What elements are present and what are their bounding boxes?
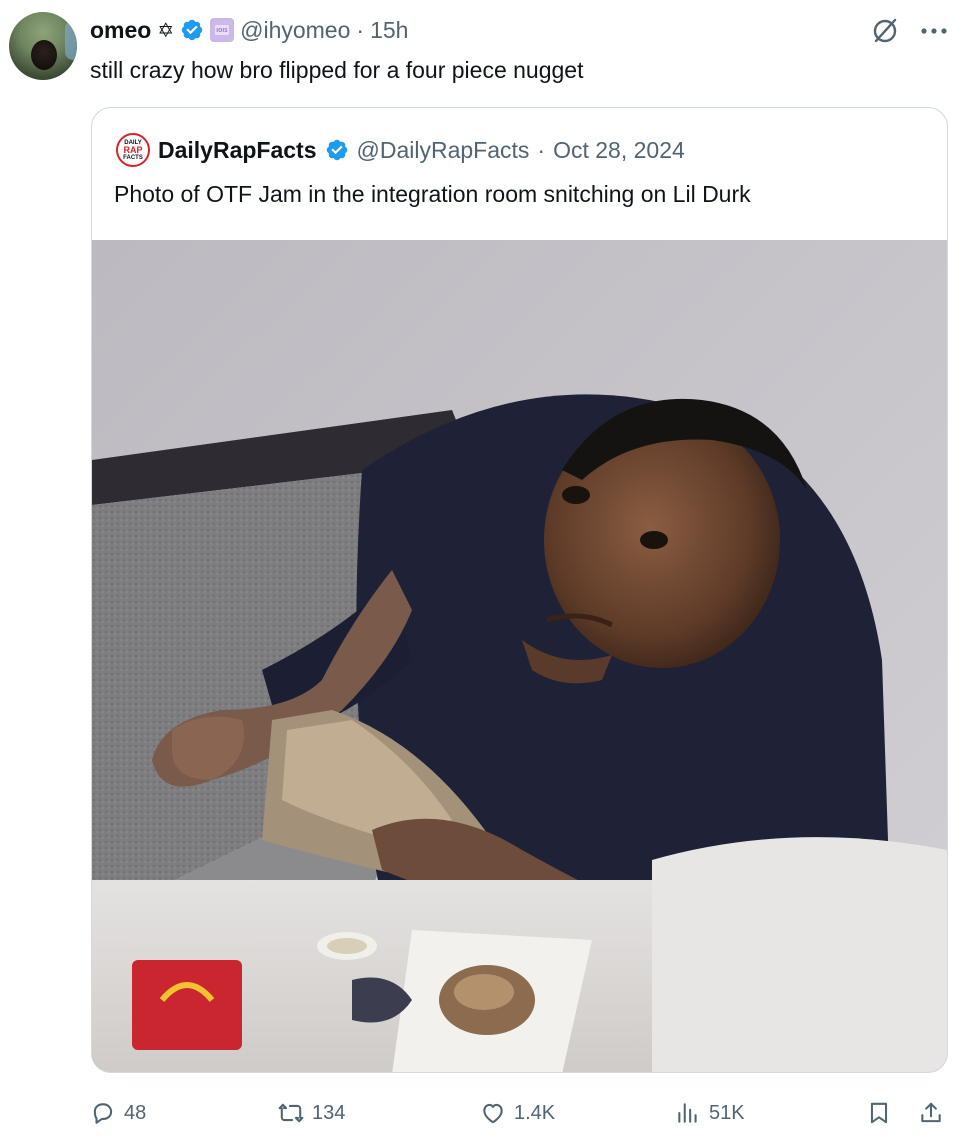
quoted-verified-badge-icon[interactable] xyxy=(325,138,349,162)
view-count: 51K xyxy=(709,1101,745,1124)
reply-button[interactable]: 48 xyxy=(90,1094,146,1132)
bookmark-icon xyxy=(870,1102,888,1124)
reply-count: 48 xyxy=(124,1101,147,1124)
author-handle[interactable]: @ihyomeo xyxy=(240,17,350,44)
repost-icon xyxy=(278,1103,304,1123)
quoted-author-avatar[interactable]: DAILY RAP FACTS xyxy=(116,133,150,167)
like-count: 1.4K xyxy=(514,1101,556,1124)
quoted-tweet-header: DAILY RAP FACTS DailyRapFacts @DailyRapF… xyxy=(116,132,685,168)
header-separator: · xyxy=(356,16,365,43)
affiliate-badge-icon[interactable]: IOIS xyxy=(210,18,235,42)
verified-badge-icon[interactable] xyxy=(180,18,204,42)
quoted-author-handle[interactable]: @DailyRapFacts xyxy=(357,137,530,164)
repost-count: 134 xyxy=(312,1101,346,1124)
like-icon xyxy=(483,1103,503,1124)
name-emoji: ✡ xyxy=(157,19,175,42)
avatar-accent xyxy=(65,20,77,60)
quoted-tweet-text: Photo of OTF Jam in the integration room… xyxy=(114,181,751,207)
repost-button[interactable]: 134 xyxy=(278,1094,345,1132)
tweet-timestamp[interactable]: 15h xyxy=(370,17,408,44)
like-button[interactable]: 1.4K xyxy=(480,1094,555,1132)
share-icon xyxy=(921,1102,941,1123)
more-options-icon[interactable] xyxy=(914,14,954,48)
bookmark-button[interactable] xyxy=(866,1094,892,1132)
logo-line-3: FACTS xyxy=(123,154,143,161)
views-icon xyxy=(678,1103,697,1123)
avatar-face xyxy=(31,40,57,70)
grok-icon[interactable] xyxy=(868,14,902,48)
photo-illustration xyxy=(92,240,947,1072)
tweet-header: omeo ✡ IOIS @ihyomeo · 15h xyxy=(90,14,408,46)
quoted-header-separator: · xyxy=(537,136,546,163)
quoted-tweet-card[interactable]: DAILY RAP FACTS DailyRapFacts @DailyRapF… xyxy=(91,107,948,1073)
quoted-tweet-photo[interactable] xyxy=(92,240,947,1072)
tweet-text: still crazy how bro flipped for a four p… xyxy=(90,57,584,83)
tweet: omeo ✡ IOIS @ihyomeo · 15h still crazy h… xyxy=(0,0,974,1146)
quoted-author-display-name[interactable]: DailyRapFacts xyxy=(158,137,317,164)
quoted-tweet-date[interactable]: Oct 28, 2024 xyxy=(553,137,685,164)
svg-text:IOIS: IOIS xyxy=(216,28,228,34)
views-button[interactable]: 51K xyxy=(675,1094,745,1132)
tweet-actions-bar: 48 134 1.4K 51K xyxy=(90,1094,950,1132)
share-button[interactable] xyxy=(918,1094,944,1132)
reply-icon xyxy=(93,1103,113,1124)
author-display-name[interactable]: omeo xyxy=(90,17,151,44)
logo-line-2: RAP xyxy=(123,144,143,155)
author-avatar[interactable] xyxy=(9,12,77,80)
